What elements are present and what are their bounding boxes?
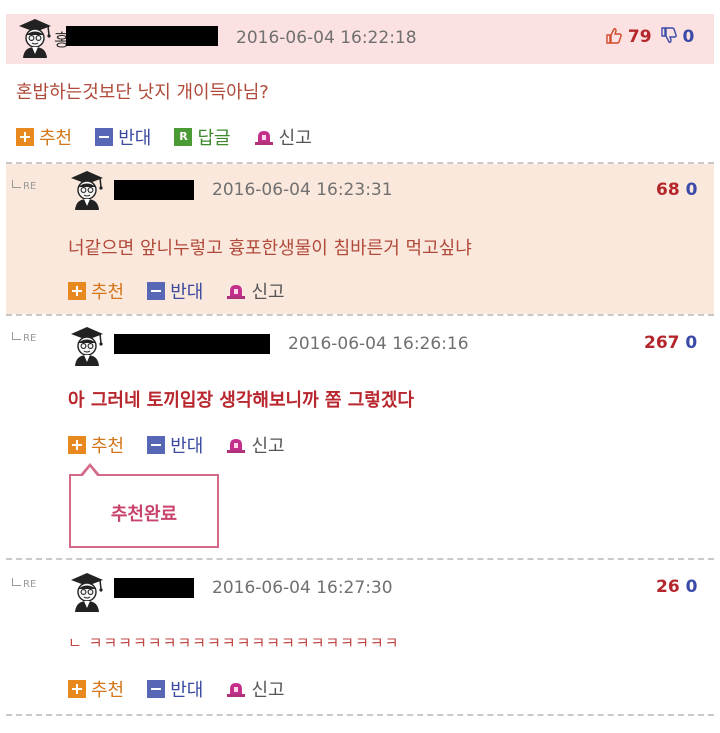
avatar-icon [70,572,104,612]
comment-actions: 추천 반대 신고 [68,278,303,304]
oppose-button[interactable]: 반대 [147,432,203,458]
downvote-count: 0 [685,577,698,597]
nickname-redacted [114,180,194,200]
oppose-button[interactable]: 반대 [95,124,151,150]
plus-icon [68,436,86,454]
comment-text: 혼밥하는것보단 낫지 개이득아님? [16,82,269,103]
comment-text: 아 그러네 토끼입장 생각해보니까 쫌 그렇겠다 [68,390,414,411]
recommend-button[interactable]: 추천 [68,278,124,304]
downvote-count: 0 [682,27,695,47]
comment-actions: 추천 반대 R 답글 신고 [16,124,330,150]
minus-icon [147,680,166,698]
report-button[interactable]: 신고 [226,278,285,304]
reply-arrow-icon: RE [12,578,36,590]
comment-date: 2016-06-04 16:27:30 [212,578,393,598]
nickname-redacted [66,26,218,46]
comment-date: 2016-06-04 16:26:16 [288,334,469,354]
comment-actions: 추천 반대 신고 [68,676,303,702]
downvote-count: 0 [685,180,698,200]
avatar-icon [70,170,104,210]
recommend-button[interactable]: 추천 [68,432,124,458]
reply-button[interactable]: R 답글 [174,124,231,150]
comment-divider [6,714,714,716]
comment-date: 2016-06-04 16:23:31 [212,180,393,200]
report-button[interactable]: 신고 [254,124,312,150]
recommend-button[interactable]: 추천 [68,676,124,702]
tooltip-text: 추천완료 [110,504,178,525]
oppose-button[interactable]: 반대 [147,676,203,702]
vote-counts: 26 0 [656,577,697,597]
comment-text: 너같으면 앞니누렇고 흉포한생물이 침바른거 먹고싶냐 [68,238,472,259]
recommend-complete-tooltip: 추천완료 [69,463,219,548]
minus-icon [95,128,114,146]
reply-r-icon: R [174,128,193,146]
siren-icon [254,131,273,145]
upvote-count: 26 [656,577,680,597]
siren-icon [227,683,246,697]
plus-icon [68,680,86,698]
comment-item: RE 2016-06-04 16:23:31 68 0 너같으면 앞니누렇고 흉… [6,164,714,314]
upvote-count: 267 [644,333,680,353]
nickname-redacted [114,334,270,354]
siren-icon [227,285,246,299]
avatar-icon [18,18,52,58]
report-button[interactable]: 신고 [226,676,285,702]
plus-icon [16,128,34,146]
thumbs-down-icon[interactable] [660,27,677,44]
vote-counts: 68 0 [656,180,697,200]
avatar-icon [70,326,104,366]
comment-item: RE 2016-06-04 16:26:16 267 0 아 그러네 토끼입장 … [6,316,714,558]
comment-actions: 추천 반대 신고 [68,432,303,458]
minus-icon [147,436,166,454]
comment-item: RE 2016-06-04 16:27:30 26 0 ㄴ ㅋㅋㅋㅋㅋㅋㅋㅋㅋㅋ… [6,560,714,715]
vote-counts: 79 0 [606,27,694,47]
minus-icon [147,282,166,300]
siren-icon [227,439,246,453]
report-button[interactable]: 신고 [226,432,285,458]
oppose-button[interactable]: 반대 [147,278,203,304]
comment-text: ㄴ ㅋㅋㅋㅋㅋㅋㅋㅋㅋㅋㅋㅋㅋㅋㅋㅋㅋㅋㅋㅋㅋ [68,634,400,652]
plus-icon [68,282,86,300]
reply-arrow-icon: RE [12,332,36,344]
upvote-count: 79 [627,27,652,47]
thumbs-up-icon[interactable] [606,27,622,44]
downvote-count: 0 [685,333,698,353]
reply-arrow-icon: RE [12,180,36,192]
recommend-button[interactable]: 추천 [16,124,72,150]
nickname-redacted [114,578,194,598]
vote-counts: 267 0 [644,333,697,353]
comment-item: 홍 2016-06-04 16:22:18 79 0 혼밥하는것보단 낫지 개이… [6,14,714,162]
comment-date: 2016-06-04 16:22:18 [236,28,417,48]
upvote-count: 68 [656,180,680,200]
